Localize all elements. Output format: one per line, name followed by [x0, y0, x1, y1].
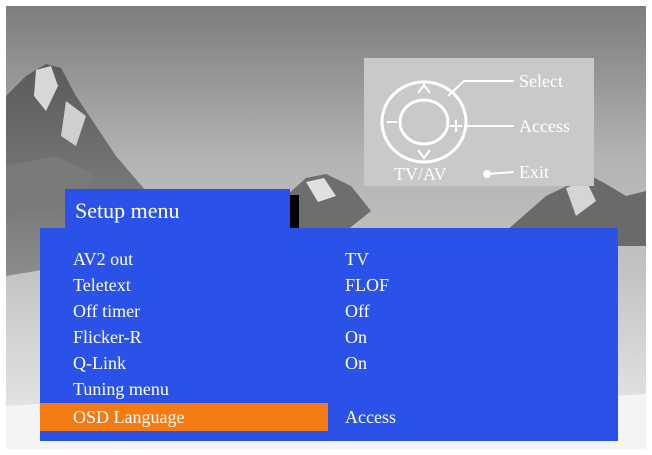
plus-icon [450, 120, 462, 132]
menu-value-off-timer: Off [345, 301, 370, 321]
guide-tvav-label: TV/AV [394, 164, 447, 184]
guide-exit-label: Exit [519, 162, 549, 182]
menu-title: Setup menu [75, 198, 180, 223]
menu-item-tuning-menu[interactable]: Tuning menu [73, 378, 169, 400]
menu-value-q-link: On [345, 353, 367, 373]
menu-value-osd-language: Access [345, 407, 396, 427]
menu-item-av2-out[interactable]: AV2 out [73, 248, 133, 270]
setup-menu-panel: AV2 out TV Teletext FLOF Off timer Off F… [40, 228, 618, 441]
menu-item-q-link[interactable]: Q-Link [73, 352, 126, 374]
menu-item-off-timer[interactable]: Off timer [73, 300, 140, 322]
up-arrow-icon [417, 83, 431, 94]
menu-item-osd-language[interactable]: OSD Language [73, 406, 184, 428]
guide-select-label: Select [519, 71, 563, 91]
tv-screen: Select Access Exit TV/AV Setup menu AV2 … [6, 6, 646, 449]
down-arrow-icon [417, 149, 431, 160]
menu-value-av2-out: TV [345, 249, 369, 269]
menu-item-flicker-r[interactable]: Flicker-R [73, 326, 142, 348]
guide-access-label: Access [519, 116, 570, 136]
menu-item-teletext[interactable]: Teletext [73, 274, 131, 296]
menu-value-flicker-r: On [345, 327, 367, 347]
menu-value-teletext: FLOF [345, 275, 390, 295]
remote-guide-panel: Select Access Exit TV/AV [364, 58, 594, 186]
